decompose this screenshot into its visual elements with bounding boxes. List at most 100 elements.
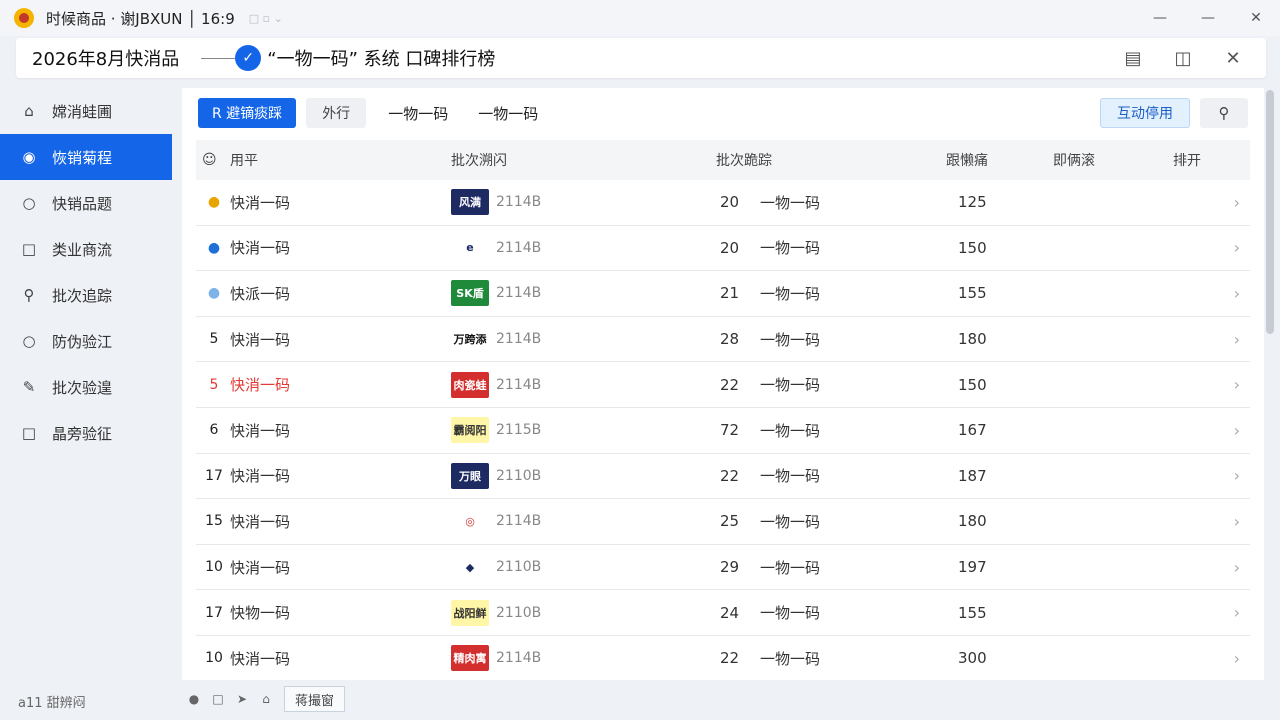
app-logo-icon [14,8,34,28]
search-icon[interactable]: ⚲ [1200,98,1248,128]
brand-logo: 万跨添 [451,326,489,353]
share-icon[interactable]: ◫ [1158,48,1208,69]
product-name: 快消一码 [230,193,291,212]
chevron-right-icon[interactable]: › [1234,330,1240,349]
chevron-right-icon[interactable]: › [1234,558,1240,577]
sidebar-item-quality-verify[interactable]: □ 晶旁验征 [0,410,172,456]
chevron-right-icon[interactable]: › [1234,238,1240,257]
minimize-icon[interactable]: — [1136,0,1184,36]
rank-badge: 17 [205,604,223,621]
item-code-label: 一物一码 [760,604,821,623]
table-row[interactable]: 5 快消一码 万跨添 2114B 28 一物一码 180 › [196,317,1250,363]
product-name: 快消一码 [230,467,291,486]
window-toggle-icon[interactable]: ▤ [1108,48,1158,69]
sidebar-item-commerce[interactable]: □ 类业商流 [0,226,172,272]
chevron-right-icon[interactable]: › [1234,649,1240,668]
interaction-toggle-button[interactable]: 互动停用 [1100,98,1190,128]
col-header-name[interactable]: 用平 [230,150,258,170]
chevron-right-icon[interactable]: › [1234,512,1240,531]
score-value: 167 [958,421,987,440]
product-name: 快消一码 [230,421,291,440]
col-header-rank[interactable]: 排开 [1173,150,1201,170]
table-row[interactable]: 10 快消一码 ◆ 2110B 29 一物一码 197 › [196,545,1250,591]
product-code: 2114B [496,285,542,302]
table-row[interactable]: ● 快派一码 SK盾 2114B 21 一物一码 155 › [196,271,1250,317]
table-row[interactable]: 15 快消一码 ◎ 2114B 25 一物一码 180 › [196,499,1250,545]
chevron-right-icon[interactable]: › [1234,421,1240,440]
col-header-score[interactable]: 跟懒痛 [946,150,988,170]
sidebar-item-anti-fake[interactable]: ○ 防伪验江 [0,318,172,364]
sidebar-item-label: 嫦消蛙圃 [52,102,113,121]
close-icon[interactable]: ✕ [1232,0,1280,36]
product-name: 快消一码 [230,376,291,395]
chevron-right-icon[interactable]: › [1234,375,1240,394]
chevron-right-icon[interactable]: › [1234,466,1240,485]
batch-number: 20 [720,238,740,257]
sidebar-item-label: 恢销菊程 [52,148,113,167]
tab-one-item-code-1[interactable]: 一物一码 [380,103,456,124]
sidebar-item-process[interactable]: ◉ 恢销菊程 [0,134,172,180]
restore-icon[interactable]: — [1184,0,1232,36]
tab-one-item-code-2[interactable]: 一物一码 [470,103,546,124]
table-row[interactable]: 17 快消一码 万眼 2110B 22 一物一码 187 › [196,454,1250,500]
scrollbar-thumb[interactable] [1266,90,1274,334]
main-panel: R 避镝痰踩 外行 一物一码 一物一码 互动停用 ⚲ ☺ 用平 批次溯闪 批次跪… [182,88,1264,680]
rank-badge: 5 [209,376,219,393]
brand-logo: ◆ [451,554,489,581]
table-row[interactable]: ● 快消一码 风满 2114B 20 一物一码 125 › [196,180,1250,226]
batch-number: 28 [720,330,740,349]
sidebar-item-batch-verify[interactable]: ✎ 批次验遑 [0,364,172,410]
batch-number: 29 [720,558,740,577]
table-body: ● 快消一码 风满 2114B 20 一物一码 125 › ● 快消一码 e 2114B 20 一物一码 1… [196,180,1250,680]
window-title: 时候商品 · 谢JBXUN │ 16:9 [46,9,235,28]
item-code-label: 一物一码 [760,467,821,486]
status-tag[interactable]: 蒋撮窗 [284,686,346,712]
primary-action-button[interactable]: R 避镝痰踩 [198,98,297,128]
table-row[interactable]: 6 快消一码 霸阅阳 2115B 72 一物一码 167 › [196,408,1250,454]
batch-number: 22 [720,375,740,394]
tray-copy-icon[interactable]: □ [206,686,230,712]
rank-badge: 10 [205,559,223,576]
tray-arrow-icon[interactable]: ➤ [230,686,254,712]
col-header-instant[interactable]: 即俩滚 [1053,150,1095,170]
lock-icon: ✎ [22,378,36,396]
product-code: 2110B [496,467,542,484]
rank-badge: ● [207,285,221,302]
tray-home-icon[interactable]: ⌂ [254,686,278,712]
header-close-icon[interactable]: ✕ [1208,48,1258,69]
scrollbar[interactable] [1266,90,1276,680]
brand-logo: 万眼 [451,462,489,489]
score-value: 180 [958,330,987,349]
circle-icon: ○ [22,194,36,212]
rank-badge: 15 [205,513,223,530]
sidebar-item-label: 批次验遑 [52,378,113,397]
circle-icon: ○ [22,332,36,350]
score-value: 197 [958,558,987,577]
sidebar-item-products[interactable]: ○ 快销品题 [0,180,172,226]
page-subtitle: “一物一码” 系统 口碑排行榜 [267,49,496,70]
chevron-right-icon[interactable]: › [1234,603,1240,622]
score-value: 155 [958,284,987,303]
product-code: 2114B [496,239,542,256]
col-header-batch[interactable]: 批次跪踪 [716,150,772,170]
sidebar-item-label: 晶旁验征 [52,424,113,443]
brand-logo: 战阳鲜 [451,599,489,626]
sidebar: ⌂ 嫦消蛙圃 ◉ 恢销菊程 ○ 快销品题 □ 类业商流 ⚲ 批次追踪 ○ 防伪验… [0,88,172,680]
col-header-trace[interactable]: 批次溯闪 [451,150,507,170]
sidebar-item-home[interactable]: ⌂ 嫦消蛙圃 [0,88,172,134]
item-code-label: 一物一码 [760,330,821,349]
tray-app-icon[interactable]: ● [182,686,206,712]
product-name: 快消一码 [230,330,291,349]
table-row[interactable]: 17 快物一码 战阳鲜 2110B 24 一物一码 155 › [196,590,1250,636]
sidebar-item-batch-trace[interactable]: ⚲ 批次追踪 [0,272,172,318]
table-row[interactable]: 10 快消一码 精肉寓 2114B 22 一物一码 300 › [196,636,1250,680]
brand-logo: 肉瓷蛙 [451,371,489,398]
table-row[interactable]: 5 快消一码 肉瓷蛙 2114B 22 一物一码 150 › [196,362,1250,408]
chevron-right-icon[interactable]: › [1234,193,1240,212]
table-row[interactable]: ● 快消一码 e 2114B 20 一物一码 150 › [196,226,1250,272]
secondary-button[interactable]: 外行 [306,98,367,128]
product-code: 2114B [496,194,542,211]
product-code: 2110B [496,559,542,576]
chevron-right-icon[interactable]: › [1234,284,1240,303]
sidebar-item-label: 类业商流 [52,240,113,259]
